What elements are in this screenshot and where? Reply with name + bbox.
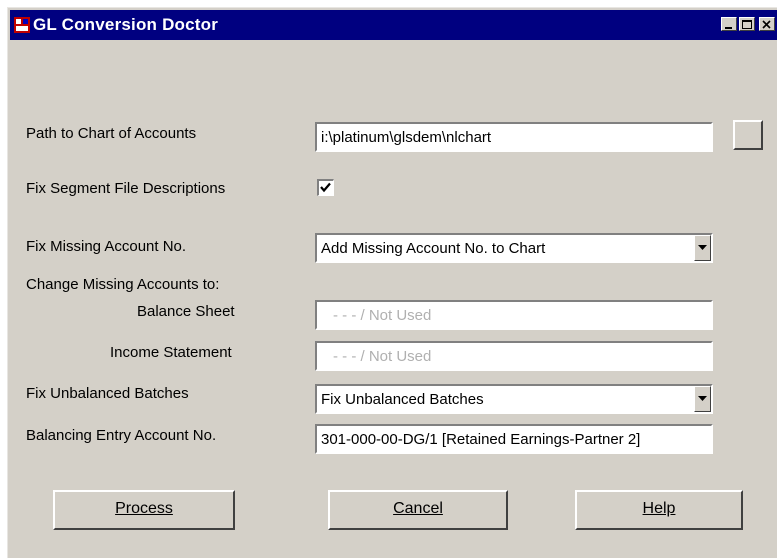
change-missing-label: Change Missing Accounts to: — [26, 276, 220, 293]
balance-sheet-field: - - - / Not Used — [315, 300, 713, 330]
fix-segment-checkbox[interactable] — [317, 179, 334, 196]
cancel-button[interactable]: Cancel — [328, 490, 508, 530]
maximize-button[interactable] — [739, 17, 755, 31]
title-bar[interactable]: GL Conversion Doctor — [10, 10, 777, 40]
close-icon — [762, 20, 771, 29]
fix-missing-dropdown-arrow[interactable] — [694, 235, 711, 261]
fix-segment-label: Fix Segment File Descriptions — [26, 180, 226, 197]
maximize-icon — [742, 20, 752, 29]
fix-unbalanced-label: Fix Unbalanced Batches — [26, 385, 189, 402]
path-label: Path to Chart of Accounts — [26, 125, 197, 142]
balancing-entry-label: Balancing Entry Account No. — [26, 427, 217, 444]
chevron-down-icon — [698, 245, 707, 250]
minimize-button[interactable] — [721, 17, 737, 31]
fix-missing-select[interactable]: Add Missing Account No. to Chart — [315, 233, 713, 263]
income-statement-field: - - - / Not Used — [315, 341, 713, 371]
browse-button[interactable] — [733, 120, 763, 150]
window-title: GL Conversion Doctor — [33, 15, 219, 34]
minimize-icon — [725, 27, 732, 29]
balancing-entry-input[interactable]: 301-000-00-DG/1 [Retained Earnings-Partn… — [315, 424, 713, 454]
fix-unbalanced-select[interactable]: Fix Unbalanced Batches — [315, 384, 713, 414]
chevron-down-icon — [698, 396, 707, 401]
fix-unbalanced-dropdown-arrow[interactable] — [694, 386, 711, 412]
income-statement-label: Income Statement — [110, 344, 232, 361]
fix-missing-label: Fix Missing Account No. — [26, 238, 187, 255]
checkmark-icon — [320, 182, 331, 193]
balance-sheet-label: Balance Sheet — [137, 303, 235, 320]
path-input[interactable]: i:\platinum\glsdem\nlchart — [315, 122, 713, 152]
fix-missing-value: Add Missing Account No. to Chart — [321, 240, 546, 257]
process-button[interactable]: Process — [53, 490, 235, 530]
process-button-label: Process — [115, 500, 173, 517]
help-button-label: Help — [642, 500, 676, 517]
help-button[interactable]: Help — [575, 490, 743, 530]
fix-unbalanced-value: Fix Unbalanced Batches — [321, 391, 484, 408]
close-button[interactable] — [759, 17, 775, 31]
cancel-button-label: Cancel — [393, 500, 443, 517]
app-icon — [14, 17, 30, 33]
dialog-window: GL Conversion Doctor Path to Chart of Ac… — [7, 7, 777, 558]
